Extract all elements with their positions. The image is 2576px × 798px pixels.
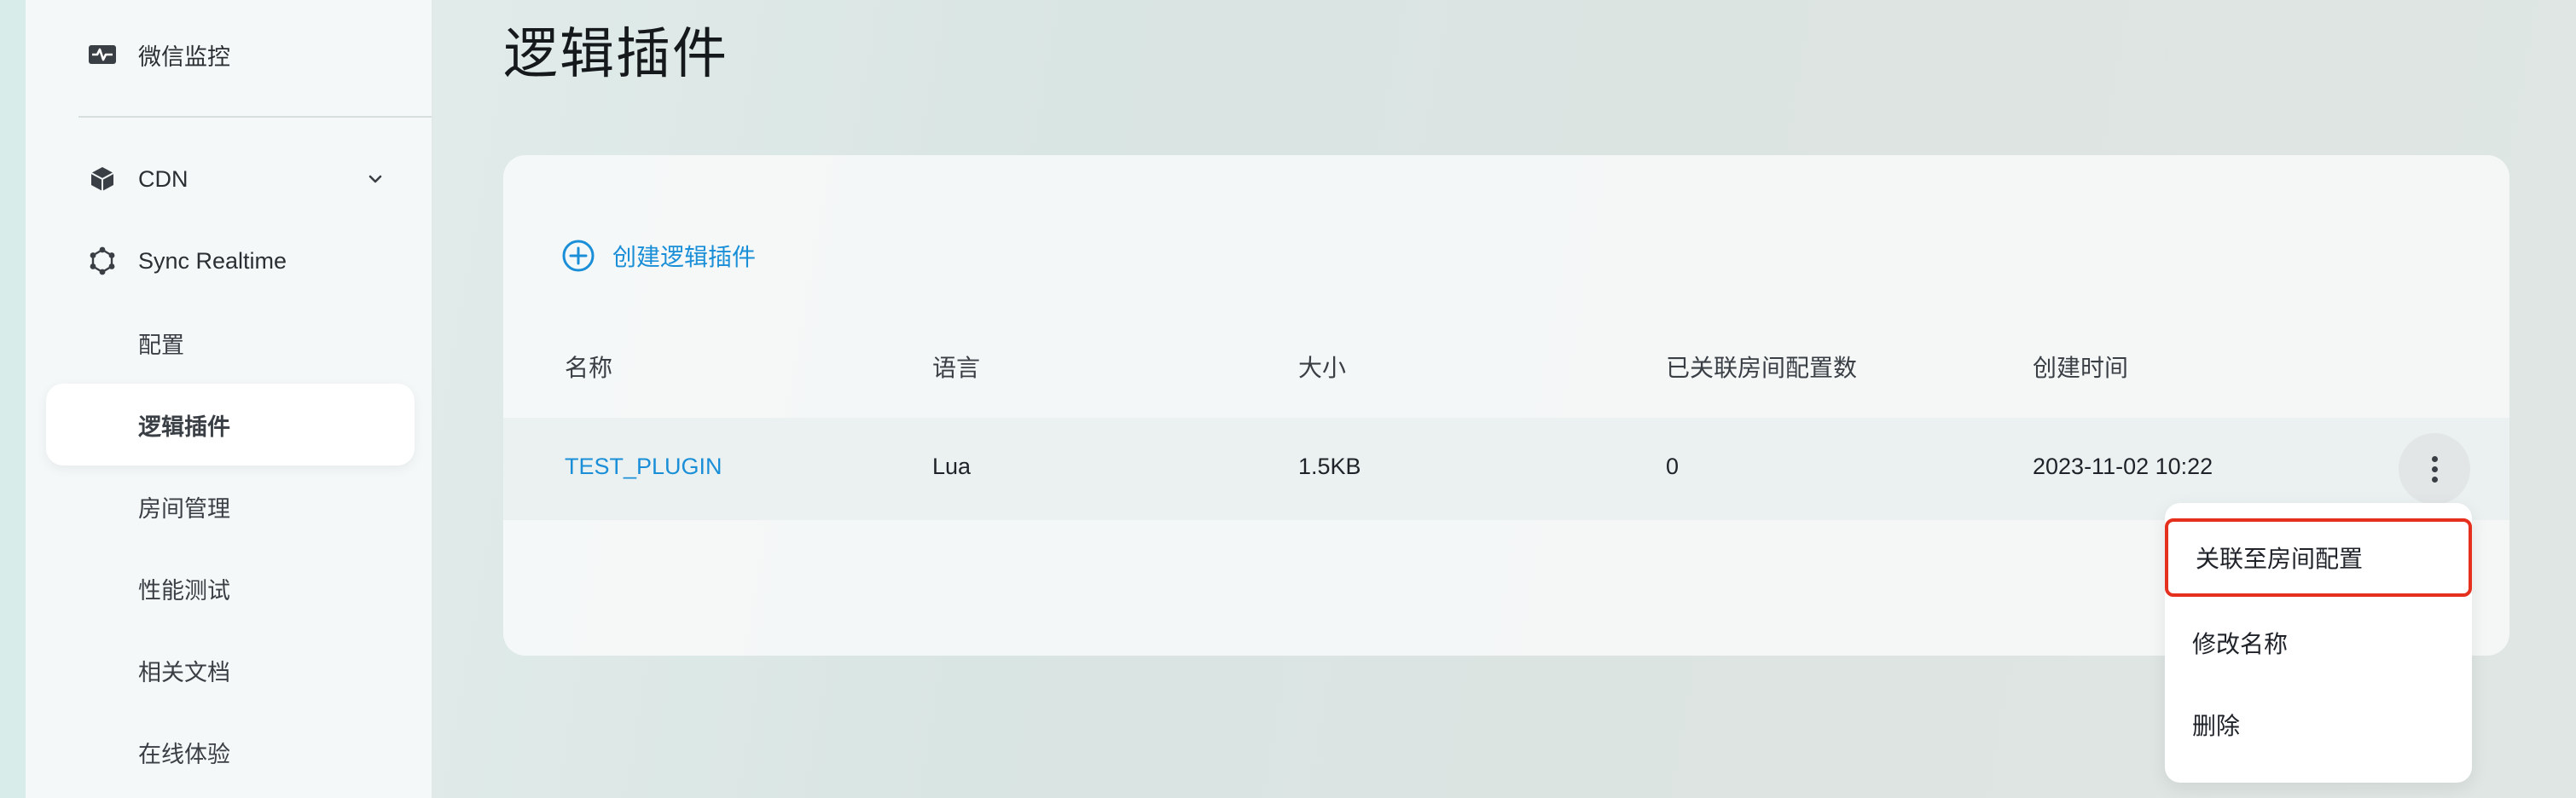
sidebar-item-config[interactable]: 配置 xyxy=(46,302,415,384)
menu-item-rename[interactable]: 修改名称 xyxy=(2165,602,2472,684)
sidebar-item-wechat-monitor[interactable]: 微信监控 xyxy=(46,14,415,95)
sidebar-item-label: Sync Realtime xyxy=(138,247,287,274)
sidebar-item-label: 房间管理 xyxy=(138,495,230,522)
sidebar-item-cdn[interactable]: CDN xyxy=(46,138,415,220)
sidebar-item-label: 在线体验 xyxy=(138,741,230,767)
hexagon-nodes-icon xyxy=(87,246,118,276)
row-action-menu: 关联至房间配置 修改名称 删除 xyxy=(2165,503,2472,783)
create-plugin-button[interactable]: 创建逻辑插件 xyxy=(561,230,756,281)
sidebar-item-logic-plugin[interactable]: 逻辑插件 xyxy=(46,384,415,466)
sidebar-divider xyxy=(78,116,432,118)
column-header-name: 名称 xyxy=(565,355,613,381)
sidebar: 微信监控 CDN Sync Realtime 配置 逻辑插件 房间管理 性能测试… xyxy=(26,0,433,798)
create-plugin-label: 创建逻辑插件 xyxy=(612,244,757,270)
plugin-language: Lua xyxy=(932,454,972,479)
column-header-created: 创建时间 xyxy=(2033,355,2129,381)
plus-circle-icon xyxy=(561,239,595,273)
sidebar-item-performance-test[interactable]: 性能测试 xyxy=(46,547,415,629)
chevron-down-icon[interactable] xyxy=(363,167,387,191)
plugin-size: 1.5KB xyxy=(1298,454,1361,479)
sidebar-item-room-management[interactable]: 房间管理 xyxy=(46,466,415,547)
pulse-monitor-icon xyxy=(87,39,118,70)
more-vertical-icon[interactable] xyxy=(2399,433,2470,505)
sidebar-item-label: 性能测试 xyxy=(138,577,230,604)
plugin-name-link[interactable]: TEST_PLUGIN xyxy=(565,454,722,480)
sidebar-item-docs[interactable]: 相关文档 xyxy=(46,629,415,711)
page-title: 逻辑插件 xyxy=(503,23,728,84)
sidebar-item-sync-realtime[interactable]: Sync Realtime xyxy=(46,220,415,302)
sidebar-item-label: 逻辑插件 xyxy=(138,413,230,440)
menu-item-delete[interactable]: 删除 xyxy=(2165,684,2472,766)
sidebar-item-label: 配置 xyxy=(138,332,184,358)
sidebar-item-label: 微信监控 xyxy=(138,43,230,70)
sidebar-item-label: 相关文档 xyxy=(138,659,230,685)
plugin-created-time: 2023-11-02 10:22 xyxy=(2033,454,2213,479)
sidebar-item-label: CDN xyxy=(138,165,189,192)
plugin-linked-count: 0 xyxy=(1666,454,1680,479)
column-header-linked-count: 已关联房间配置数 xyxy=(1666,355,1858,381)
sidebar-item-online-trial[interactable]: 在线体验 xyxy=(46,711,415,793)
column-header-size: 大小 xyxy=(1298,355,1347,381)
left-edge-strip xyxy=(0,0,26,798)
menu-item-link-room-config[interactable]: 关联至房间配置 xyxy=(2165,518,2472,597)
cube-icon xyxy=(87,164,118,194)
column-header-language: 语言 xyxy=(932,355,981,381)
